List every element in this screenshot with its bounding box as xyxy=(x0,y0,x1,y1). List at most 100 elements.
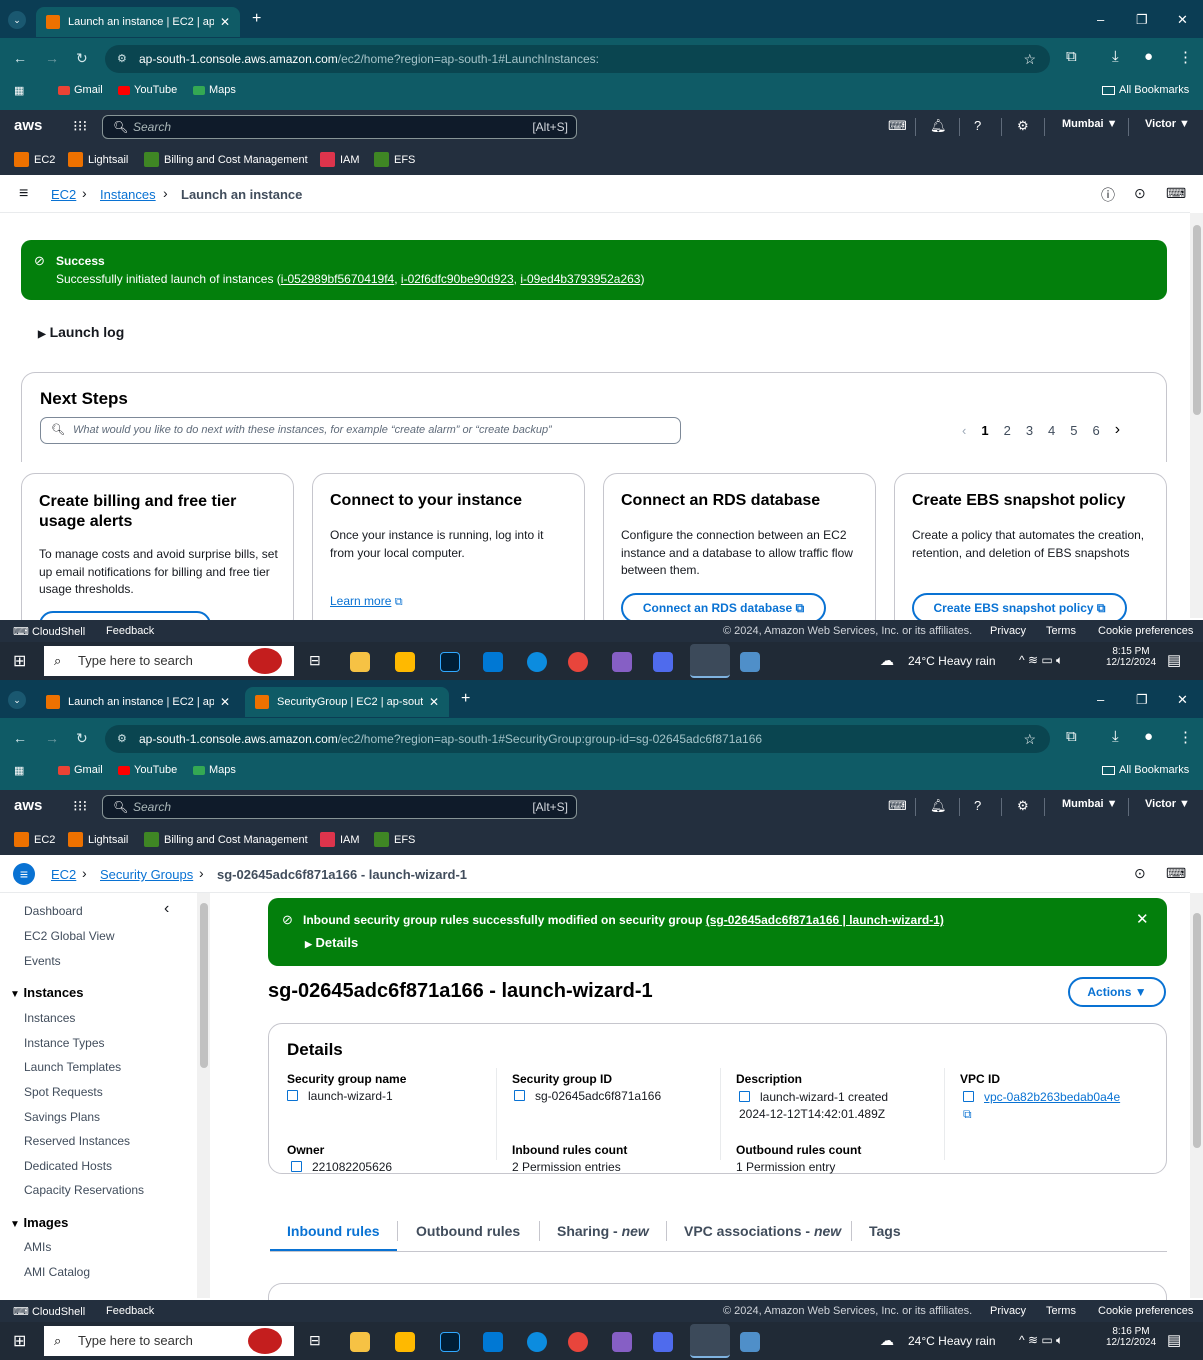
reload-icon[interactable]: ↻ xyxy=(76,730,88,747)
instance-link[interactable]: i-052989bf5670419f4 xyxy=(281,272,394,286)
nav-reserved-instances[interactable]: Reserved Instances xyxy=(24,1134,130,1148)
restore-icon[interactable]: ❐ xyxy=(1136,692,1148,708)
page-3[interactable]: 3 xyxy=(1026,423,1033,438)
bell-icon[interactable]: 🔔︎ xyxy=(930,798,947,814)
tab-search-icon[interactable]: ⌄ xyxy=(8,11,26,29)
cookie-preferences-link[interactable]: Cookie preferences xyxy=(1098,1305,1193,1317)
connect-rds-button[interactable]: Connect an RDS database ⧉ xyxy=(621,593,826,623)
nav-amis[interactable]: AMIs xyxy=(24,1240,51,1254)
nav-instances-section[interactable]: ▼ Instances xyxy=(10,985,84,1000)
details-toggle[interactable]: ▶ Details xyxy=(305,935,358,950)
photos-icon[interactable] xyxy=(740,652,760,672)
mail-icon[interactable] xyxy=(483,652,503,672)
close-window-icon[interactable]: ✕ xyxy=(1177,692,1188,708)
copy-icon[interactable] xyxy=(963,1091,974,1102)
privacy-link[interactable]: Privacy xyxy=(990,1305,1026,1317)
feedback-link[interactable]: Feedback xyxy=(106,1305,154,1317)
back-icon[interactable]: ← xyxy=(13,730,27,746)
scroll-thumb[interactable] xyxy=(1193,225,1201,415)
aws-logo[interactable]: aws xyxy=(14,117,42,134)
crumb-instances[interactable]: Instances xyxy=(100,187,156,202)
crumb-ec2[interactable]: EC2 xyxy=(51,867,76,882)
fav-ec2[interactable]: EC2 xyxy=(14,152,55,167)
settings-gear-icon[interactable]: ⚙ xyxy=(1017,118,1029,134)
all-bookmarks[interactable]: All Bookmarks xyxy=(1102,764,1189,776)
scroll-thumb[interactable] xyxy=(1193,913,1201,1148)
tab-sharing[interactable]: Sharing - new xyxy=(557,1223,649,1239)
notifications-icon[interactable]: ⊙ xyxy=(1134,865,1146,882)
notifications-icon[interactable]: ⊙ xyxy=(1134,185,1146,202)
site-info-icon[interactable]: ⚙ xyxy=(117,45,127,73)
nav-instances[interactable]: Instances xyxy=(24,1011,75,1025)
forward-icon[interactable]: → xyxy=(45,730,59,746)
crumb-ec2[interactable]: EC2 xyxy=(51,187,76,202)
tab-launch-instance[interactable]: Launch an instance | EC2 | ap-so ✕ xyxy=(36,687,240,717)
account-menu[interactable]: Victor ▼ xyxy=(1145,118,1190,130)
chrome-icon[interactable] xyxy=(568,1332,588,1352)
photoshop-icon[interactable] xyxy=(440,652,460,672)
download-icon[interactable]: ⤓ xyxy=(1112,48,1119,65)
crumb-security-groups[interactable]: Security Groups xyxy=(100,867,193,882)
photos-icon[interactable] xyxy=(740,1332,760,1352)
privacy-link[interactable]: Privacy xyxy=(990,625,1026,637)
nav-dashboard[interactable]: Dashboard xyxy=(24,904,83,918)
store-icon[interactable] xyxy=(395,1332,415,1352)
bookmark-star-icon[interactable]: ☆ xyxy=(1023,45,1036,73)
vpc-link[interactable]: vpc-0a82b263bedab0a4e xyxy=(984,1090,1120,1104)
task-view-icon[interactable]: ⊟ xyxy=(309,652,321,669)
bookmark-youtube[interactable]: YouTube xyxy=(118,84,177,96)
mail-icon[interactable] xyxy=(483,1332,503,1352)
windows-start-icon[interactable]: ⊞ xyxy=(13,1331,26,1351)
settings-gear-icon[interactable]: ⚙ xyxy=(1017,798,1029,814)
help-icon[interactable]: ? xyxy=(974,118,981,133)
fav-lightsail[interactable]: Lightsail xyxy=(68,832,128,847)
chrome-icon[interactable] xyxy=(568,652,588,672)
help-icon[interactable]: ? xyxy=(974,798,981,813)
create-ebs-policy-button[interactable]: Create EBS snapshot policy ⧉ xyxy=(912,593,1127,623)
nav-instance-types[interactable]: Instance Types xyxy=(24,1036,105,1050)
tray-icons[interactable]: ^ ≋ ▭ 🔈︎ xyxy=(1019,1333,1063,1348)
collapse-sidebar-icon[interactable]: ‹ xyxy=(164,900,169,918)
page-4[interactable]: 4 xyxy=(1048,423,1055,438)
photoshop-icon[interactable] xyxy=(440,1332,460,1352)
weather-text[interactable]: 24°C Heavy rain xyxy=(908,1334,996,1348)
cloudshell-footer[interactable]: ⌨ CloudShell xyxy=(13,625,85,638)
tab-search-icon[interactable]: ⌄ xyxy=(8,691,26,709)
profile-avatar[interactable]: ● xyxy=(1144,728,1153,745)
page-2[interactable]: 2 xyxy=(1004,423,1011,438)
weather-text[interactable]: 24°C Heavy rain xyxy=(908,654,996,668)
menu-kebab-icon[interactable]: ⋮ xyxy=(1178,728,1193,746)
bookmark-gmail[interactable]: Gmail xyxy=(58,84,103,96)
apps-grid-icon[interactable]: ▦ xyxy=(14,764,24,777)
learn-more-link[interactable]: Learn more ⧉ xyxy=(330,594,403,609)
clock[interactable]: 8:16 PM 12/12/2024 xyxy=(1106,1326,1156,1348)
tab-vpc-associations[interactable]: VPC associations - new xyxy=(684,1223,841,1239)
fav-efs[interactable]: EFS xyxy=(374,832,415,847)
cloudshell-footer[interactable]: ⌨ CloudShell xyxy=(13,1305,85,1318)
account-menu[interactable]: Victor ▼ xyxy=(1145,798,1190,810)
minimize-icon[interactable]: – xyxy=(1097,692,1104,707)
new-tab-icon[interactable]: + xyxy=(461,691,470,707)
info-icon[interactable]: ⓘ xyxy=(1101,185,1115,205)
tab-security-group[interactable]: SecurityGroup | EC2 | ap-south ✕ xyxy=(245,687,449,717)
notification-center-icon[interactable]: ▤ xyxy=(1167,1331,1181,1349)
extensions-icon[interactable]: ⧉ xyxy=(1066,48,1077,65)
minimize-icon[interactable]: – xyxy=(1097,12,1104,27)
copy-icon[interactable] xyxy=(739,1091,750,1102)
tab-tags[interactable]: Tags xyxy=(869,1223,901,1239)
all-bookmarks[interactable]: All Bookmarks xyxy=(1102,84,1189,96)
region-selector[interactable]: Mumbai ▼ xyxy=(1062,798,1118,810)
edge-icon[interactable] xyxy=(527,1332,547,1352)
store-icon[interactable] xyxy=(395,652,415,672)
page-6[interactable]: 6 xyxy=(1093,423,1100,438)
scroll-thumb[interactable] xyxy=(200,903,208,1068)
copy-icon[interactable] xyxy=(514,1090,525,1101)
page-1[interactable]: 1 xyxy=(981,423,988,438)
fav-lightsail[interactable]: Lightsail xyxy=(68,152,128,167)
close-tab-icon[interactable]: ✕ xyxy=(220,15,230,29)
close-icon[interactable]: ✕ xyxy=(1136,910,1149,928)
services-grid-icon[interactable]: ⁝⁝⁝ xyxy=(73,797,87,815)
aws-search-input[interactable]: 🔍︎ Search [Alt+S] xyxy=(102,115,577,139)
network-icon[interactable] xyxy=(653,1332,673,1352)
windows-start-icon[interactable]: ⊞ xyxy=(13,651,26,671)
